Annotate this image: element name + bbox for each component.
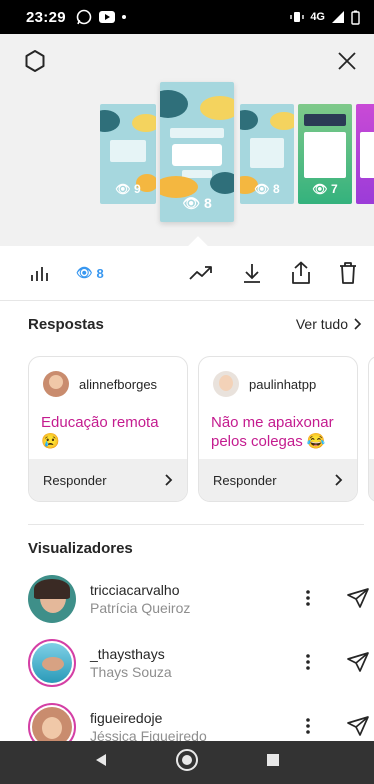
story-thumbnail-selected[interactable]: 👁 8 xyxy=(160,82,234,222)
close-icon[interactable] xyxy=(334,48,360,74)
more-options-icon[interactable] xyxy=(300,714,316,738)
share-icon[interactable] xyxy=(290,260,312,286)
divider xyxy=(28,524,364,525)
vibrate-icon xyxy=(290,12,305,22)
story-thumbnail[interactable]: 👁 7 xyxy=(298,104,352,204)
avatar[interactable] xyxy=(28,575,76,623)
story-thumbnail[interactable]: 👁 9 xyxy=(100,104,156,204)
views-count: 8 xyxy=(96,265,104,281)
response-card-partial[interactable] xyxy=(368,356,374,502)
story-thumbnail[interactable] xyxy=(356,104,374,204)
battery-icon xyxy=(351,10,360,25)
story-view-count: 8 xyxy=(272,182,280,196)
network-type: 4G xyxy=(310,11,325,23)
send-message-icon[interactable] xyxy=(346,714,370,738)
send-message-icon[interactable] xyxy=(346,586,370,610)
reply-button[interactable] xyxy=(369,459,374,501)
settings-icon[interactable] xyxy=(22,48,48,74)
viewer-row[interactable]: _thaysthays Thays Souza xyxy=(0,636,374,698)
recents-icon[interactable] xyxy=(265,752,281,773)
viewer-username[interactable]: tricciacarvalho xyxy=(90,582,179,598)
story-view-count: 7 xyxy=(330,182,338,196)
back-icon[interactable] xyxy=(93,752,109,773)
viewer-username[interactable]: figueiredoje xyxy=(90,710,162,726)
avatar xyxy=(213,371,239,397)
viewer-username[interactable]: _thaysthays xyxy=(90,646,165,662)
selected-indicator xyxy=(188,236,208,246)
whatsapp-icon xyxy=(76,9,92,25)
home-icon[interactable] xyxy=(175,748,199,777)
response-username: paulinhatpp xyxy=(249,376,317,392)
story-preview-strip: 👁 9 👁 8 👁 8 👁 7 xyxy=(0,34,374,246)
reply-label: Responder xyxy=(43,472,107,488)
viewer-full-name: Thays Souza xyxy=(90,664,172,680)
status-time: 23:29 xyxy=(26,8,66,26)
avatar xyxy=(43,371,69,397)
more-options-icon[interactable] xyxy=(300,586,316,610)
see-all-label: Ver tudo xyxy=(295,316,348,332)
insights-toolbar: 👁 8 xyxy=(0,246,374,300)
views-tab[interactable]: 👁 8 xyxy=(76,260,104,286)
chevron-right-icon xyxy=(335,474,343,486)
response-username: alinnefborges xyxy=(79,376,158,392)
bar-chart-icon[interactable] xyxy=(30,260,50,286)
reply-button[interactable]: Responder xyxy=(199,459,357,501)
trend-icon[interactable] xyxy=(188,260,214,286)
story-thumbnail[interactable]: 👁 8 xyxy=(240,104,294,204)
system-navigation-bar xyxy=(0,741,374,784)
eye-icon: 👁 xyxy=(312,182,331,196)
divider xyxy=(0,300,374,301)
youtube-icon xyxy=(98,11,115,23)
more-options-icon[interactable] xyxy=(300,650,316,674)
status-bar: 23:29 4G xyxy=(0,0,374,34)
chevron-right-icon xyxy=(354,318,362,330)
trash-icon[interactable] xyxy=(338,260,358,286)
reply-label: Responder xyxy=(213,472,277,488)
viewer-full-name: Patrícia Queiroz xyxy=(90,600,191,616)
response-card[interactable]: paulinhatpp Não me apaixonar pelos coleg… xyxy=(198,356,358,502)
eye-icon: 👁 xyxy=(182,195,204,211)
story-view-count: 9 xyxy=(133,182,141,196)
reply-button[interactable]: Responder xyxy=(29,459,187,501)
response-card[interactable]: alinnefborges Educação remota 😢 Responde… xyxy=(28,356,188,502)
viewers-title: Visualizadores xyxy=(28,540,133,557)
send-message-icon[interactable] xyxy=(346,650,370,674)
response-text: Educação remota 😢 xyxy=(41,414,159,450)
response-text: Não me apaixonar pelos colegas 😂 xyxy=(211,414,334,450)
eye-icon: 👁 xyxy=(115,182,134,196)
signal-icon xyxy=(332,11,344,23)
dot-icon xyxy=(121,15,126,19)
eye-icon: 👁 xyxy=(76,265,93,280)
avatar[interactable] xyxy=(28,639,76,687)
see-all-link[interactable]: Ver tudo xyxy=(296,316,362,332)
responses-title: Respostas xyxy=(28,316,104,333)
eye-icon: 👁 xyxy=(254,182,273,196)
viewer-row[interactable]: tricciacarvalho Patrícia Queiroz xyxy=(0,572,374,634)
story-view-count: 8 xyxy=(203,195,212,211)
download-icon[interactable] xyxy=(242,260,262,286)
chevron-right-icon xyxy=(165,474,173,486)
